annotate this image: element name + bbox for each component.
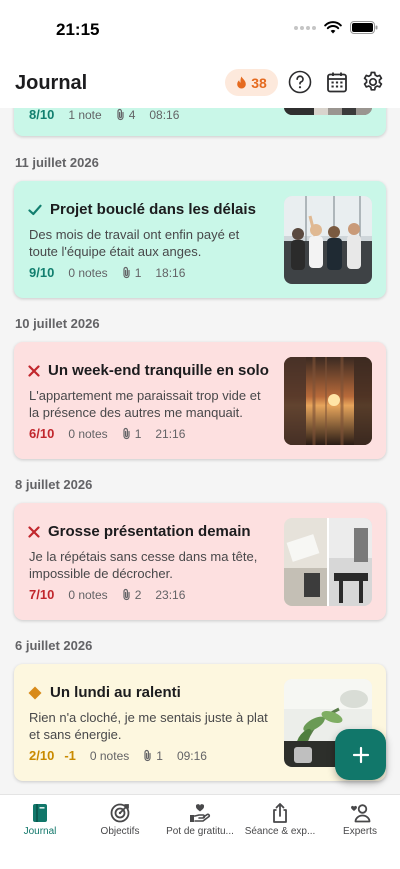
tab-gratitude[interactable]: Pot de gratitu... <box>160 795 240 843</box>
entry-description: L'appartement me paraissait trop vide et… <box>29 388 261 420</box>
paperclip-icon <box>123 266 130 279</box>
journal-entry-list[interactable]: 8/10 1 note 4 08:16 11 juillet 2026 Proj… <box>0 108 400 794</box>
entry-meta: 9/10 0 notes 1 18:16 <box>29 265 185 280</box>
tab-label: Séance & exp... <box>244 826 316 837</box>
entry-notes-count: 0 notes <box>89 748 130 763</box>
entry-thumbnail <box>284 196 372 284</box>
entry-attachment-count: 2 <box>134 587 142 602</box>
tab-label: Experts <box>343 826 377 837</box>
tab-experts[interactable]: Experts <box>320 795 400 843</box>
entry-time: 08:16 <box>149 108 180 122</box>
share-upload-icon <box>273 803 287 823</box>
calendar-icon[interactable] <box>325 70 349 94</box>
entry-title-row: Projet bouclé dans les délais <box>28 201 256 218</box>
date-header: 6 juillet 2026 <box>15 638 93 653</box>
journal-entry-card[interactable]: Grosse présentation demain Je la répétai… <box>14 503 386 620</box>
status-time: 21:15 <box>56 20 100 39</box>
experts-icon <box>351 804 371 823</box>
entry-attachment-count: 1 <box>156 748 163 763</box>
entry-title-row: Un week-end tranquille en solo <box>28 362 269 379</box>
entry-attachment-count: 1 <box>134 265 142 280</box>
settings-gear-icon[interactable] <box>361 70 385 94</box>
tab-objectives[interactable]: Objectifs <box>80 795 160 843</box>
journal-entry-card[interactable]: 8/10 1 note 4 08:16 <box>14 108 386 136</box>
entry-attachment-count: 1 <box>134 426 142 441</box>
add-entry-button[interactable] <box>335 729 386 780</box>
entry-attachments: 1 <box>143 749 163 763</box>
paperclip-icon <box>123 588 130 601</box>
tab-label: Journal <box>23 826 57 837</box>
cross-icon <box>28 525 40 538</box>
entry-time: 09:16 <box>176 748 207 763</box>
journal-icon <box>33 804 47 822</box>
entry-thumbnail <box>284 108 372 115</box>
journal-entry-card[interactable]: Un lundi au ralenti Rien n'a cloché, je … <box>14 664 386 781</box>
entry-score: 2/10 <box>29 748 55 763</box>
journal-entry-card[interactable]: Projet bouclé dans les délais Des mois d… <box>14 181 386 298</box>
tab-journal[interactable]: Journal <box>0 795 80 843</box>
flame-icon <box>237 76 247 89</box>
paperclip-icon <box>123 427 130 440</box>
entry-meta: 6/10 0 notes 1 21:16 <box>29 426 185 441</box>
entry-description: Rien n'a cloché, je me sentais juste à p… <box>29 710 268 742</box>
entry-attachments: 4 <box>116 108 136 122</box>
entry-time: 21:16 <box>155 426 186 441</box>
entry-meta: 8/10 1 note 4 08:16 <box>29 108 179 122</box>
entry-title-row: Grosse présentation demain <box>28 523 251 540</box>
entry-meta: 7/10 0 notes 2 23:16 <box>29 587 185 602</box>
tab-label: Pot de gratitu... <box>166 826 234 837</box>
entry-thumbnail <box>284 357 372 445</box>
page-title: Journal <box>15 72 88 94</box>
entry-score: 7/10 <box>29 587 55 602</box>
streak-count: 38 <box>251 74 267 91</box>
entry-time: 18:16 <box>155 265 186 280</box>
date-header: 11 juillet 2026 <box>15 155 99 170</box>
checkmark-icon <box>28 204 42 215</box>
entry-attachments: 1 <box>122 265 142 280</box>
journal-entry-card[interactable]: Un week-end tranquille en solo L'apparte… <box>14 342 386 459</box>
plus-icon <box>352 746 369 763</box>
paperclip-icon <box>144 749 151 762</box>
cross-icon <box>28 364 40 377</box>
signal-icon <box>294 25 316 30</box>
help-icon[interactable] <box>288 70 312 94</box>
entry-title-row: Un lundi au ralenti <box>28 684 181 701</box>
entry-time: 23:16 <box>155 587 186 602</box>
gratitude-hand-icon <box>190 804 211 822</box>
paperclip-icon <box>117 108 124 121</box>
date-header: 10 juillet 2026 <box>15 316 100 331</box>
entry-score: 9/10 <box>29 265 55 280</box>
entry-title: Un week-end tranquille en solo <box>48 362 269 379</box>
diamond-icon <box>28 686 42 699</box>
battery-icon <box>350 21 378 34</box>
entry-score: 6/10 <box>29 426 55 441</box>
entry-meta: 2/10 -1 0 notes 1 09:16 <box>29 748 207 763</box>
status-bar: 21:15 <box>0 0 400 58</box>
status-icons <box>294 21 378 34</box>
entry-attachment-count: 4 <box>128 108 136 122</box>
entry-notes-count: 0 notes <box>68 426 108 441</box>
entry-score-delta: -1 <box>64 748 76 763</box>
entry-notes-count: 0 notes <box>68 587 108 602</box>
entry-attachments: 2 <box>122 587 142 602</box>
target-icon <box>110 803 130 823</box>
tab-bar: Journal Objectifs Pot de gratitu... Séan… <box>0 794 400 869</box>
entry-title: Projet bouclé dans les délais <box>50 201 256 218</box>
entry-score: 8/10 <box>29 108 55 122</box>
streak-badge[interactable]: 38 <box>225 69 278 96</box>
entry-description: Des mois de travail ont enfin payé et to… <box>29 227 240 259</box>
header: Journal 38 <box>0 58 400 108</box>
tab-sessions[interactable]: Séance & exp... <box>240 795 320 843</box>
entry-description: Je la répétais sans cesse dans ma tête, … <box>29 549 258 581</box>
entry-attachments: 1 <box>122 426 142 441</box>
entry-notes-count: 1 note <box>68 108 102 122</box>
wifi-icon <box>324 21 342 34</box>
entry-title: Un lundi au ralenti <box>50 684 181 701</box>
entry-thumbnail <box>284 518 372 606</box>
tab-label: Objectifs <box>100 826 140 837</box>
entry-notes-count: 0 notes <box>68 265 108 280</box>
entry-title: Grosse présentation demain <box>48 523 251 540</box>
date-header: 8 juillet 2026 <box>15 477 93 492</box>
